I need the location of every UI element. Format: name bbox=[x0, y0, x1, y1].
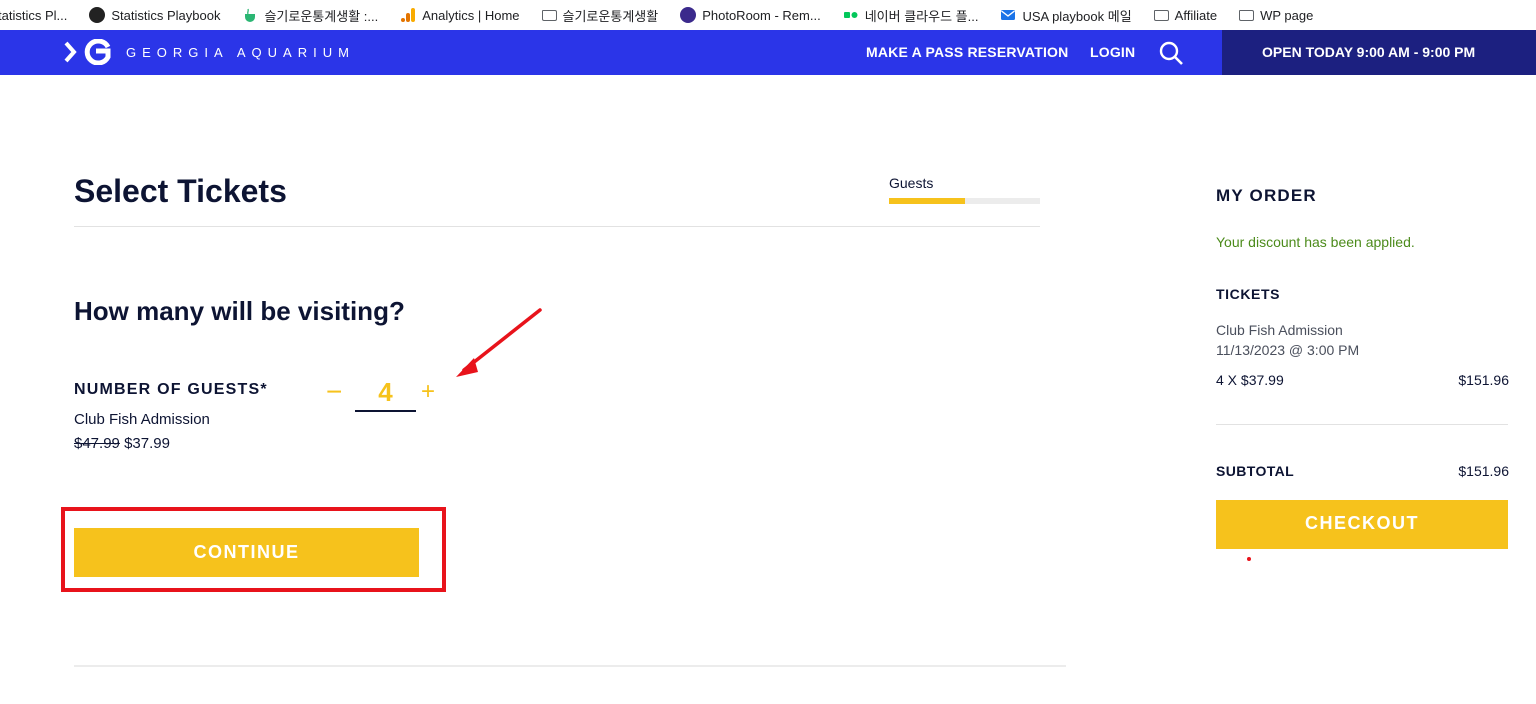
bookmark-item[interactable]: 네이버 클라우드 플... bbox=[843, 6, 979, 25]
progress-bar-fill bbox=[889, 198, 965, 204]
decrement-guests-button[interactable]: − bbox=[326, 376, 342, 408]
discount-applied-message: Your discount has been applied. bbox=[1216, 234, 1415, 250]
ticket-type-name: Club Fish Admission bbox=[74, 411, 210, 428]
bookmark-item[interactable]: USA playbook 메일 bbox=[1000, 6, 1132, 25]
make-reservation-link[interactable]: MAKE A PASS RESERVATION bbox=[866, 30, 1068, 75]
bookmark-label: 슬기로운통계생활 :... bbox=[264, 8, 379, 24]
order-summary-title: MY ORDER bbox=[1216, 186, 1317, 205]
bookmark-label: WP page bbox=[1260, 7, 1314, 23]
analytics-icon bbox=[401, 8, 416, 22]
open-hours: OPEN TODAY 9:00 AM - 9:00 PM bbox=[1222, 30, 1536, 75]
bookmark-item[interactable]: tatistics Pl... bbox=[0, 8, 67, 23]
bookmark-item[interactable]: PhotoRoom - Rem... bbox=[680, 7, 821, 23]
mail-icon bbox=[1001, 10, 1016, 20]
brand-name: GEORGIA AQUARIUM bbox=[126, 44, 355, 60]
visitor-question: How many will be visiting? bbox=[74, 296, 405, 326]
bookmark-label: tatistics Pl... bbox=[0, 7, 68, 23]
order-item-quantity: 4 X $37.99 bbox=[1216, 372, 1284, 388]
folder-icon bbox=[1239, 9, 1255, 21]
bookmark-label: 슬기로운통계생활 bbox=[562, 8, 659, 24]
discounted-price: $37.99 bbox=[124, 435, 170, 452]
guest-count-input[interactable]: 4 bbox=[355, 374, 416, 412]
original-price: $47.99 bbox=[74, 435, 120, 452]
progress-step-label: Guests bbox=[889, 175, 934, 191]
bookmark-item[interactable]: 슬기로운통계생활 bbox=[541, 6, 659, 25]
bookmark-label: Statistics Playbook bbox=[111, 7, 221, 23]
search-icon[interactable] bbox=[1158, 40, 1184, 66]
progress-bar bbox=[889, 198, 1040, 204]
divider bbox=[1216, 424, 1508, 425]
order-item-datetime: 11/13/2023 @ 3:00 PM bbox=[1216, 342, 1360, 358]
georgia-aquarium-logo-icon bbox=[64, 39, 111, 65]
order-item-total: $151.96 bbox=[1458, 372, 1509, 388]
tickets-heading: TICKETS bbox=[1216, 286, 1281, 302]
bookmark-label: 네이버 클라우드 플... bbox=[864, 8, 979, 24]
bookmark-label: PhotoRoom - Rem... bbox=[702, 7, 821, 23]
brand-logo[interactable]: GEORGIA AQUARIUM bbox=[64, 39, 355, 65]
site-header: GEORGIA AQUARIUM MAKE A PASS RESERVATION… bbox=[0, 30, 1536, 75]
checkout-button[interactable]: CHECKOUT bbox=[1216, 500, 1508, 549]
folder-icon bbox=[1153, 9, 1169, 21]
bookmark-item[interactable]: Affiliate bbox=[1153, 7, 1218, 23]
subtotal-value: $151.96 bbox=[1458, 463, 1509, 479]
bookmark-item[interactable]: WP page bbox=[1239, 8, 1313, 23]
statistics-playbook-icon bbox=[89, 7, 106, 23]
increment-guests-button[interactable]: + bbox=[421, 376, 435, 408]
cup-icon bbox=[245, 8, 256, 22]
order-item-name: Club Fish Admission bbox=[1216, 322, 1343, 338]
page-title: Select Tickets bbox=[74, 173, 287, 209]
order-item: Club Fish Admission 11/13/2023 @ 3:00 PM bbox=[1216, 320, 1359, 360]
photoroom-icon bbox=[680, 7, 697, 23]
annotation-dot bbox=[1247, 557, 1251, 561]
bookmark-item[interactable]: 슬기로운통계생활 :... bbox=[242, 6, 378, 25]
naver-cloud-icon bbox=[843, 12, 858, 18]
bookmark-label: Analytics | Home bbox=[422, 7, 520, 23]
login-link[interactable]: LOGIN bbox=[1090, 30, 1135, 75]
number-of-guests-label: NUMBER OF GUESTS* bbox=[74, 381, 268, 398]
bookmark-item[interactable]: Analytics | Home bbox=[400, 7, 520, 23]
subtotal-label: SUBTOTAL bbox=[1216, 463, 1295, 479]
continue-button[interactable]: CONTINUE bbox=[74, 528, 419, 577]
annotation-arrow-icon bbox=[456, 308, 542, 377]
divider bbox=[74, 226, 1040, 227]
folder-icon bbox=[541, 9, 557, 21]
divider bbox=[74, 665, 1066, 667]
bookmark-label: USA playbook 메일 bbox=[1022, 8, 1132, 24]
bookmark-item[interactable]: Statistics Playbook bbox=[89, 7, 220, 23]
bookmark-label: Affiliate bbox=[1174, 7, 1218, 23]
ticket-price: $47.99 $37.99 bbox=[74, 435, 170, 452]
bookmarks-bar: tatistics Pl... Statistics Playbook 슬기로운… bbox=[0, 0, 1536, 30]
